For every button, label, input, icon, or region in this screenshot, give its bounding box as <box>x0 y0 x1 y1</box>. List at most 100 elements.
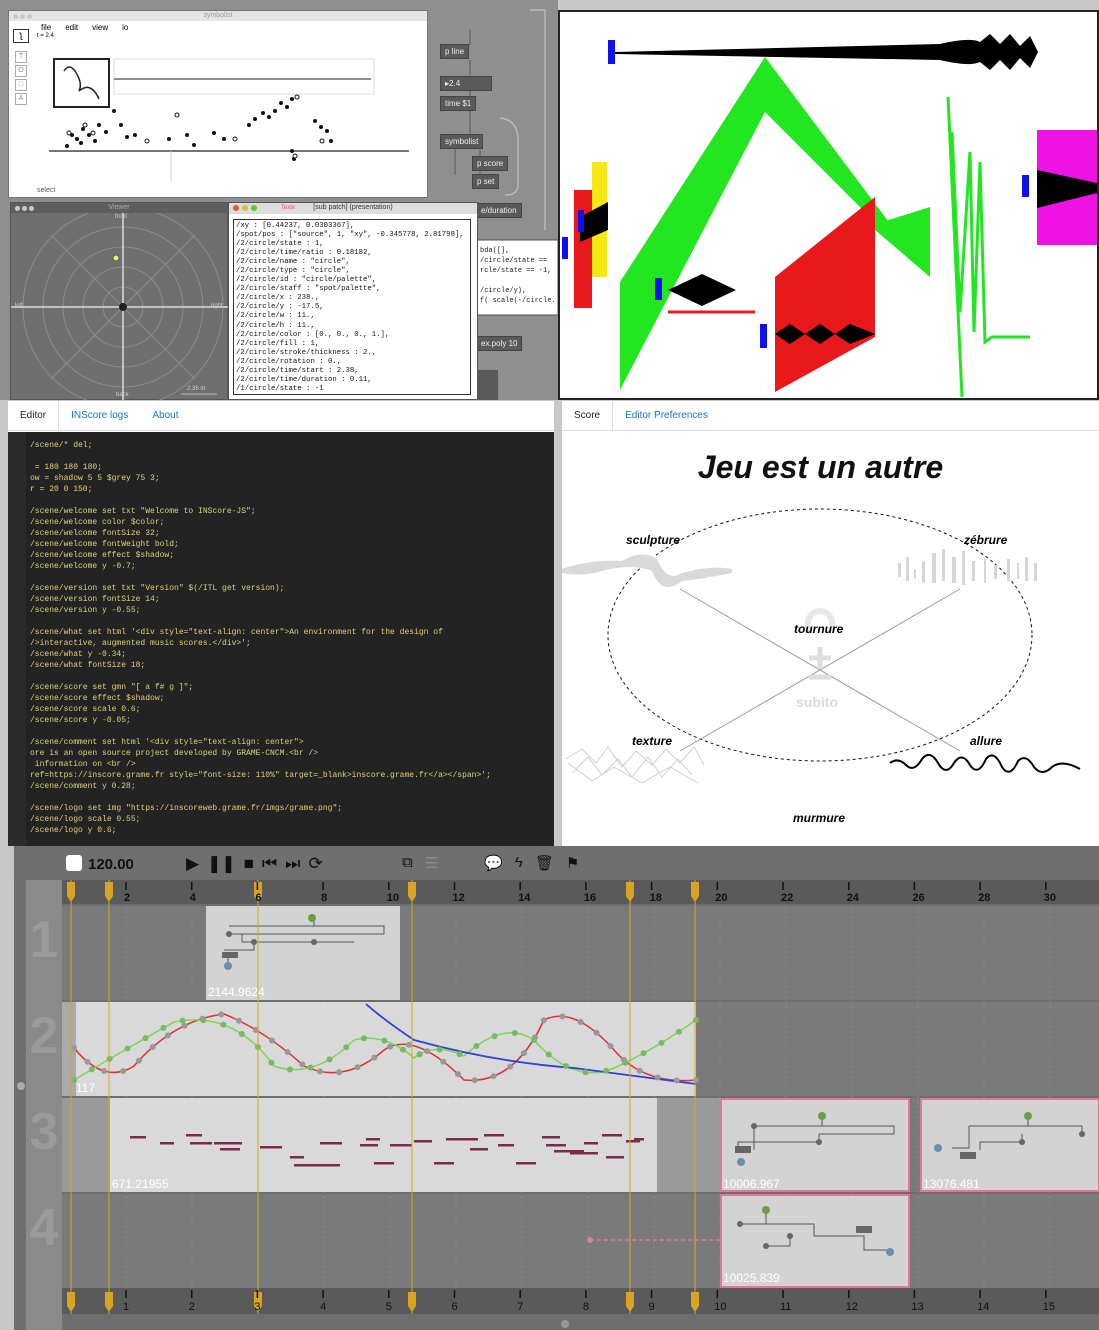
automation-point[interactable] <box>101 1068 108 1075</box>
code-line[interactable]: = 180 180 180; <box>30 462 554 473</box>
tab-score[interactable]: Score <box>562 400 614 431</box>
tempo-value[interactable]: 120.00 <box>88 856 134 873</box>
symbolist-canvas[interactable] <box>9 41 427 191</box>
automation-point[interactable] <box>236 1017 243 1024</box>
lightning-icon[interactable]: ϟ <box>515 854 523 872</box>
automation-point[interactable] <box>603 1067 610 1074</box>
code-line[interactable]: /scene/welcome fontWeight bold; <box>30 539 554 550</box>
code-line[interactable]: /scene/welcome set txt "Welcome to INSco… <box>30 506 554 517</box>
loop-checkbox[interactable] <box>66 855 82 871</box>
code-line[interactable]: /scene/what y -0.34; <box>30 649 554 660</box>
automation-point[interactable] <box>424 1048 431 1055</box>
loop-icon[interactable]: ⟳ <box>308 854 322 874</box>
code-line[interactable]: /scene/comment set html '<div style="tex… <box>30 737 554 748</box>
automation-point[interactable] <box>179 1017 186 1024</box>
automation-point[interactable] <box>160 1024 167 1031</box>
poly-object[interactable]: ex.poly 10 <box>476 336 523 351</box>
automation-point[interactable] <box>654 1074 661 1081</box>
code-line[interactable]: r = 20 0 150; <box>30 484 554 495</box>
automation-point[interactable] <box>531 1037 538 1044</box>
pline-object[interactable]: p line <box>440 44 470 59</box>
automation-point[interactable] <box>120 1068 127 1075</box>
resize-handle[interactable] <box>17 1082 25 1090</box>
trash-icon[interactable]: 🗑 <box>535 854 554 872</box>
symbolist-object[interactable]: symbolist <box>440 134 484 149</box>
code-line[interactable]: /scene/score set gmn "[ a f# g ]"; <box>30 682 554 693</box>
automation-point[interactable] <box>343 1044 350 1051</box>
code-line[interactable]: ore is an open source project developed … <box>30 748 554 759</box>
flag-icon[interactable]: ⚑ <box>566 854 579 872</box>
code-editor[interactable]: /scene/* del; = 180 180 180; ow = shadow … <box>8 432 554 846</box>
menu-io[interactable]: io <box>122 23 128 32</box>
hierarchy-icon[interactable]: ⧉ <box>402 854 413 872</box>
skip-end-icon[interactable]: ⏭ <box>285 854 300 874</box>
automation-point[interactable] <box>693 1017 699 1023</box>
automation-point[interactable] <box>238 1030 245 1037</box>
pset-object[interactable]: p set <box>472 174 500 189</box>
automation-point[interactable] <box>593 1029 600 1036</box>
code-line[interactable] <box>30 616 554 627</box>
code-line[interactable]: /scene/welcome color $color; <box>30 517 554 528</box>
skip-start-icon[interactable]: ⏮ <box>262 854 277 874</box>
automation-point[interactable] <box>381 1037 388 1044</box>
code-line[interactable]: /scene/welcome fontSize 32; <box>30 528 554 539</box>
stop-icon[interactable]: ■ <box>244 854 254 874</box>
automation-point[interactable] <box>636 1067 643 1074</box>
polar-viewer[interactable] <box>11 213 229 400</box>
automation-point[interactable] <box>287 1066 294 1073</box>
automation-point[interactable] <box>371 1054 378 1061</box>
code-line[interactable] <box>30 451 554 462</box>
code-line[interactable]: /scene/score effect $shadow; <box>30 693 554 704</box>
automation-point[interactable] <box>540 1017 547 1024</box>
automation-point[interactable] <box>299 1061 306 1068</box>
code-line[interactable]: /scene/logo scale 0.55; <box>30 814 554 825</box>
automation-point[interactable] <box>124 1045 131 1052</box>
automation-point[interactable] <box>88 1066 95 1073</box>
automation-point[interactable] <box>559 1013 566 1020</box>
automation-point[interactable] <box>507 1063 514 1070</box>
pause-icon[interactable]: ❚❚ <box>207 854 236 874</box>
automation-point[interactable] <box>360 1035 367 1042</box>
block-3[interactable] <box>110 1098 657 1192</box>
code-line[interactable] <box>30 495 554 506</box>
automation-point[interactable] <box>142 1035 149 1042</box>
automation-point[interactable] <box>268 1059 275 1066</box>
code-line[interactable] <box>30 671 554 682</box>
time-message[interactable]: time $1 <box>440 96 477 111</box>
automation-point[interactable] <box>440 1058 447 1065</box>
menu-file[interactable]: file <box>41 23 51 32</box>
automation-point[interactable] <box>673 1077 680 1084</box>
automation-point[interactable] <box>582 1069 589 1076</box>
automation-point[interactable] <box>406 1041 413 1048</box>
automation-point[interactable] <box>577 1018 584 1025</box>
automation-point[interactable] <box>473 1043 480 1050</box>
automation-point[interactable] <box>218 1011 225 1018</box>
automation-point[interactable] <box>135 1057 142 1064</box>
code-line[interactable]: ref=https://inscore.grame.fr style="font… <box>30 770 554 781</box>
automation-point[interactable] <box>520 1050 527 1057</box>
automation-point[interactable] <box>387 1043 394 1050</box>
code-line[interactable]: /scene/score y -0.05; <box>30 715 554 726</box>
automation-point[interactable] <box>71 1045 77 1051</box>
automation-point[interactable] <box>416 1051 423 1058</box>
tab-editor-preferences[interactable]: Editor Preferences <box>613 401 720 431</box>
chat-icon[interactable]: 💬 <box>484 854 503 872</box>
list-icon[interactable]: ☰ <box>425 854 438 872</box>
tab-about[interactable]: About <box>140 401 190 431</box>
menu-edit[interactable]: edit <box>65 23 78 32</box>
code-line[interactable]: /scene/logo set img "https://inscoreweb.… <box>30 803 554 814</box>
automation-point[interactable] <box>607 1043 614 1050</box>
pscore-object[interactable]: p score <box>472 156 509 171</box>
code-line[interactable]: />interactive, augmented music scores.</… <box>30 638 554 649</box>
automation-point[interactable] <box>164 1032 171 1039</box>
code-line[interactable]: information on <br /> <box>30 759 554 770</box>
automation-point[interactable] <box>491 1033 498 1040</box>
automation-point[interactable] <box>200 1017 207 1024</box>
track-4[interactable] <box>62 1194 1099 1288</box>
code-line[interactable]: /scene/comment y 0.28; <box>30 781 554 792</box>
code-line[interactable]: /scene/version y -0.55; <box>30 605 554 616</box>
automation-point[interactable] <box>284 1048 291 1055</box>
automation-point[interactable] <box>562 1063 569 1070</box>
number-box[interactable]: ▸2.4 <box>440 76 492 91</box>
automation-point[interactable] <box>545 1051 552 1058</box>
